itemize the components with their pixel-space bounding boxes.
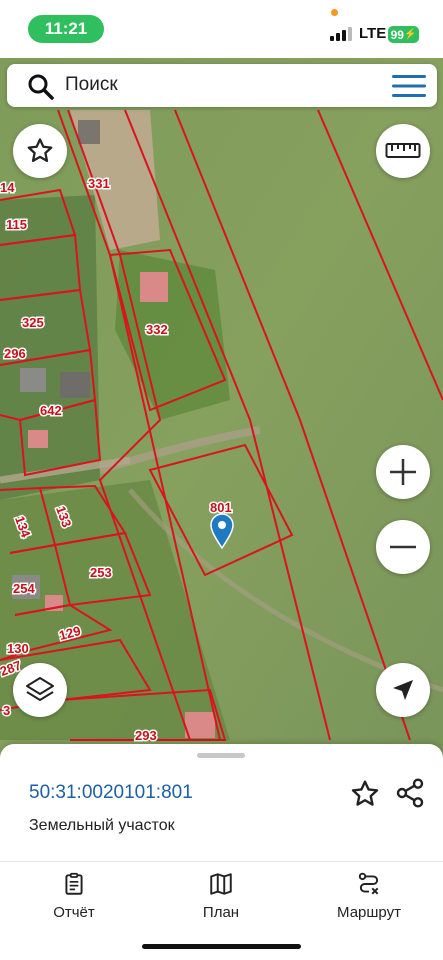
report-icon <box>65 872 83 895</box>
layers-icon <box>26 677 54 701</box>
tab-plan[interactable]: План <box>166 871 276 923</box>
parcel-label[interactable]: 254 <box>12 580 37 598</box>
ruler-button[interactable] <box>376 124 430 178</box>
house-roof <box>60 372 90 398</box>
tab-route[interactable]: Маршрут <box>314 871 424 923</box>
house-roof <box>78 120 100 144</box>
layers-button[interactable] <box>13 663 67 717</box>
parcel-info-sheet[interactable]: 50:31:0020101:801 Земельный участок Отчё… <box>0 744 443 960</box>
parcel-label[interactable]: 115 <box>5 216 29 234</box>
map-plan-icon <box>210 873 232 895</box>
house-roof <box>140 272 168 302</box>
parcel-label[interactable]: 642 <box>39 402 64 420</box>
star-icon <box>27 138 53 162</box>
zoom-out-button[interactable] <box>376 520 430 574</box>
parcel-label[interactable]: 325 <box>21 314 46 332</box>
satellite-map[interactable]: 331 14 115 325 296 332 642 801 134 133 2… <box>0 58 443 758</box>
route-icon <box>358 872 379 895</box>
parcel-label[interactable]: 130 <box>6 640 31 658</box>
parcel-label[interactable]: 331 <box>87 175 112 193</box>
battery-level: 99 <box>390 27 404 42</box>
map-view[interactable]: 331 14 115 325 296 332 642 801 134 133 2… <box>0 58 443 758</box>
sheet-grabber[interactable] <box>197 753 245 758</box>
home-indicator[interactable] <box>142 944 301 949</box>
search-bar[interactable] <box>7 64 437 107</box>
status-bar: 11:21 LTE 99 ⚡ <box>0 0 443 58</box>
tab-report-label: Отчёт <box>53 904 95 921</box>
star-icon[interactable] <box>349 778 381 810</box>
search-input[interactable] <box>65 70 365 100</box>
tab-route-label: Маршрут <box>337 904 401 921</box>
tab-plan-label: План <box>202 904 240 921</box>
sheet-divider <box>0 861 443 862</box>
house-roof <box>20 368 46 392</box>
status-time: 11:21 <box>28 15 104 43</box>
search-icon[interactable] <box>27 73 55 101</box>
parcel-label[interactable]: 3 <box>2 702 12 720</box>
parcel-label[interactable]: 253 <box>89 564 114 582</box>
parcel-type: Земельный участок <box>29 817 175 834</box>
my-location-button[interactable] <box>376 663 430 717</box>
navigation-arrow-icon <box>393 680 413 700</box>
battery-indicator: 99 ⚡ <box>388 26 419 43</box>
hamburger-menu-icon[interactable] <box>392 75 426 97</box>
privacy-indicator-dot <box>331 9 338 16</box>
parcel-label[interactable]: 14 <box>0 179 17 197</box>
ruler-icon <box>385 143 421 158</box>
zoom-in-button[interactable] <box>376 445 430 499</box>
parcel-label[interactable]: 296 <box>3 345 28 363</box>
parcel-label[interactable]: 293 <box>134 727 159 745</box>
cadastral-number[interactable]: 50:31:0020101:801 <box>29 782 193 804</box>
minus-icon <box>390 545 416 549</box>
tab-report[interactable]: Отчёт <box>19 871 129 923</box>
house-roof <box>185 712 215 738</box>
parcel-label[interactable]: 332 <box>145 321 170 339</box>
house-roof <box>28 430 48 448</box>
parcel-label[interactable]: 801 <box>209 499 234 517</box>
signal-strength-icon <box>330 27 352 41</box>
plus-icon <box>390 459 416 485</box>
network-type: LTE <box>359 25 387 42</box>
favorite-button[interactable] <box>13 124 67 178</box>
share-icon[interactable] <box>394 777 426 809</box>
